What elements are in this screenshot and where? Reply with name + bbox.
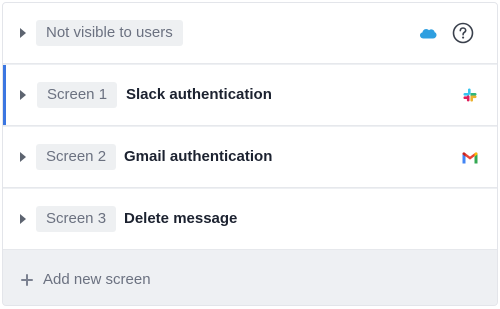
add-new-screen-button[interactable]: Add new screen — [3, 252, 497, 305]
screen-badge: Screen 2 — [36, 144, 117, 170]
chevron-right-icon[interactable] — [20, 28, 26, 38]
chevron-right-icon[interactable] — [20, 152, 26, 162]
screen-title: Slack authentication — [126, 86, 272, 103]
screen-row-3[interactable]: Screen 3 Delete message — [3, 189, 497, 250]
screen-row-2[interactable]: Screen 2 Gmail authentication — [3, 127, 497, 188]
section-row-hidden[interactable]: Not visible to users — [3, 3, 497, 64]
screen-badge: Screen 3 — [36, 206, 117, 232]
screens-panel: Not visible to users Screen 1 Slack auth… — [2, 2, 498, 306]
screen-title: Delete message — [124, 210, 238, 227]
add-new-screen-label: Add new screen — [43, 270, 151, 288]
screen-badge: Screen 1 — [37, 82, 118, 108]
chevron-right-icon[interactable] — [20, 214, 26, 224]
screen-row-1[interactable]: Screen 1 Slack authentication — [3, 65, 497, 126]
salesforce-icon — [419, 26, 437, 45]
slack-icon — [463, 88, 477, 107]
chevron-right-icon[interactable] — [20, 90, 26, 100]
section-badge: Not visible to users — [36, 20, 183, 46]
plus-icon — [20, 273, 34, 287]
help-icon[interactable] — [452, 22, 474, 49]
gmail-icon — [462, 151, 478, 169]
screen-title: Gmail authentication — [124, 148, 273, 165]
